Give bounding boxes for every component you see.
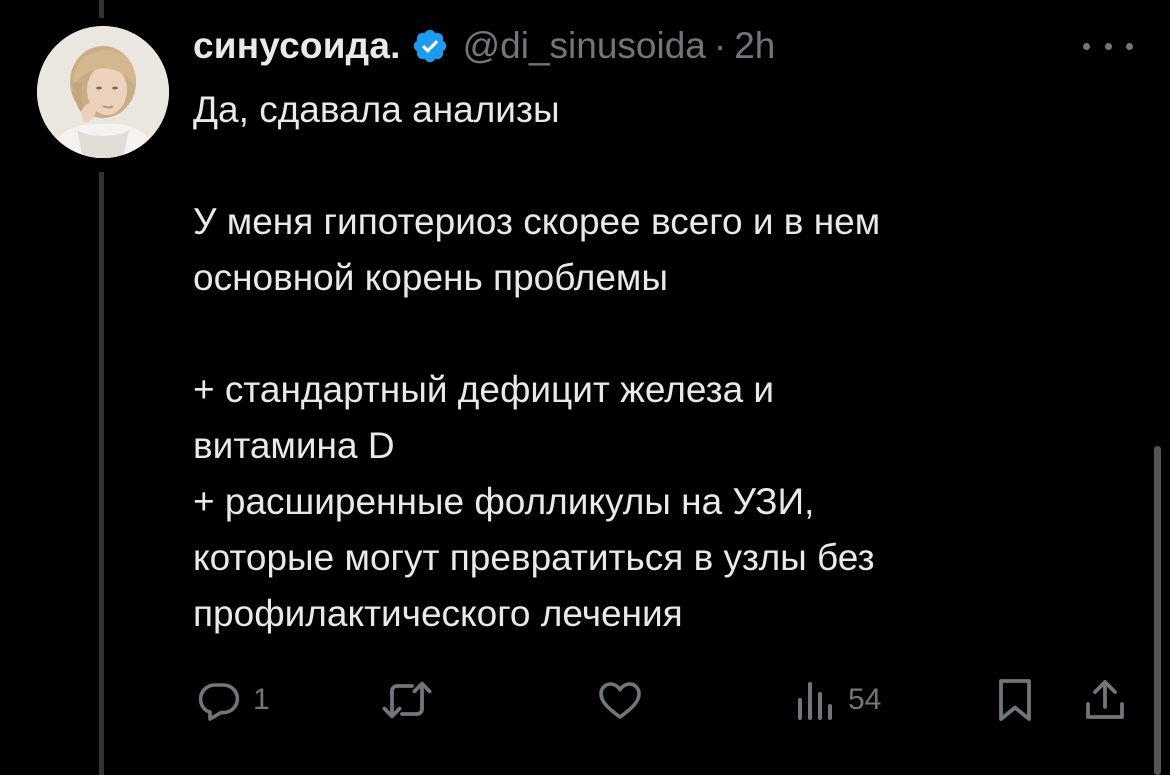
avatar[interactable] — [37, 26, 169, 158]
tweet-header: синусоида. @di_sinusoida · 2h — [193, 20, 775, 72]
heart-icon — [599, 682, 641, 719]
verified-badge-icon — [413, 29, 446, 63]
tweet-line: У меня гипотериоз скорее всего и в нем — [193, 201, 881, 242]
bookmark-button[interactable] — [995, 676, 1035, 724]
handle[interactable]: @di_sinusoida — [463, 25, 706, 67]
views-button[interactable]: 54 — [794, 676, 881, 724]
tweet-line: витамина D — [193, 425, 395, 466]
display-name[interactable]: синусоида. — [193, 25, 401, 67]
tweet-line: + расширенные фолликулы на УЗИ, — [193, 481, 815, 522]
separator-dot: · — [713, 25, 727, 66]
views-count: 54 — [848, 683, 882, 716]
tweet-text: Да, сдавала анализы У меня гипотериоз ск… — [193, 82, 1123, 642]
thread-line-bottom — [99, 172, 104, 775]
retweet-button[interactable] — [380, 676, 434, 724]
like-button[interactable] — [596, 676, 644, 724]
share-icon — [1086, 680, 1124, 719]
tweet-line: профилактического лечения — [193, 593, 683, 634]
tweet-line: основной корень проблемы — [193, 257, 668, 298]
reply-count: 1 — [253, 683, 270, 716]
scrollbar[interactable] — [1154, 446, 1161, 775]
avatar-image — [37, 26, 169, 158]
more-dots-icon[interactable] — [1083, 36, 1133, 56]
reply-icon — [198, 683, 240, 721]
bookmark-icon — [999, 679, 1031, 721]
more-dot — [1083, 42, 1090, 50]
more-dot — [1104, 42, 1112, 50]
tweet-line: + стандартный дефицит железа и — [193, 369, 775, 410]
tweet-line: которые могут превратиться в узлы без — [193, 537, 875, 578]
thread-line-top — [99, 0, 104, 18]
reply-button[interactable]: 1 — [195, 676, 270, 724]
more-dot — [1126, 42, 1133, 50]
share-button[interactable] — [1082, 676, 1128, 724]
retweet-icon — [382, 681, 432, 719]
timestamp[interactable]: 2h — [734, 25, 775, 67]
tweet-line: Да, сдавала анализы — [193, 89, 560, 130]
views-bar-chart-icon — [798, 682, 832, 720]
